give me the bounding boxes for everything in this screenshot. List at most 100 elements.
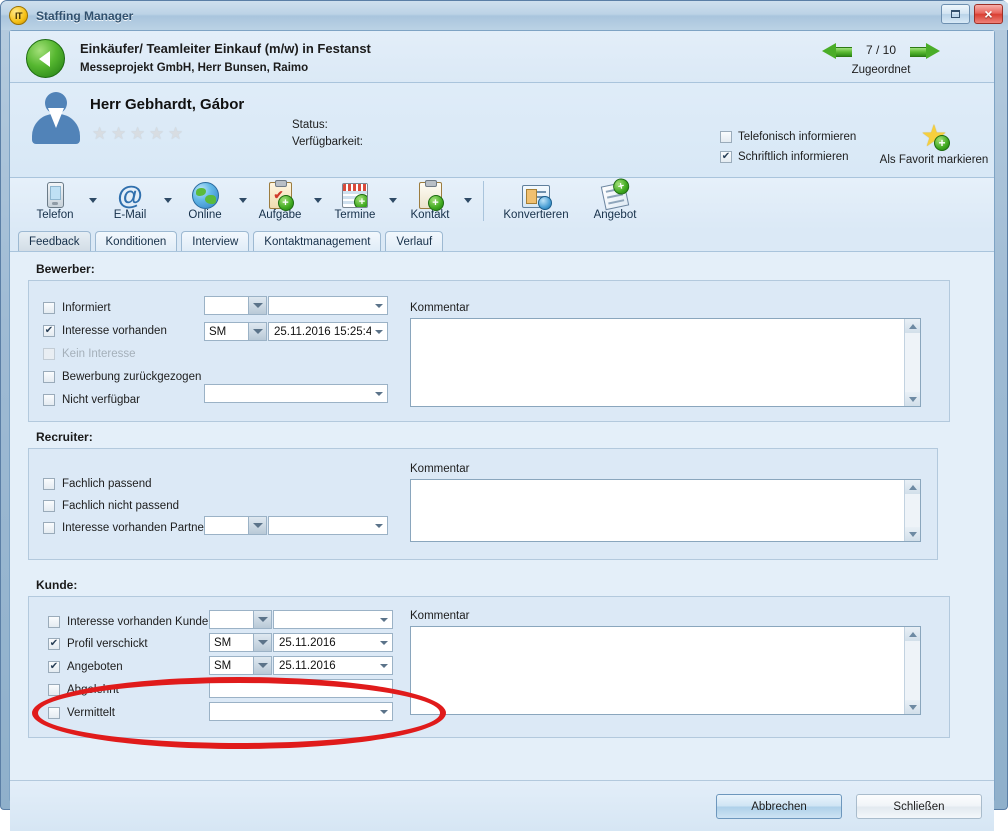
checkbox-box[interactable] bbox=[48, 707, 60, 719]
chevron-down-icon[interactable] bbox=[371, 391, 387, 396]
chevron-down-icon[interactable] bbox=[371, 523, 387, 528]
chevron-down-icon[interactable] bbox=[253, 611, 271, 628]
scroll-up-icon[interactable] bbox=[905, 480, 920, 494]
chevron-down-icon[interactable] bbox=[371, 329, 387, 334]
kunde-angeboten-user-combo[interactable]: SM bbox=[209, 656, 272, 675]
scroll-down-icon[interactable] bbox=[905, 527, 920, 541]
toolbar-dropdown-email[interactable] bbox=[161, 178, 174, 222]
checkbox-interesse-vorhanden[interactable]: Interesse vorhanden bbox=[43, 325, 167, 337]
checkbox-profil-verschickt[interactable]: Profil verschickt bbox=[48, 638, 148, 650]
checkbox-fachlich-nicht-passend[interactable]: Fachlich nicht passend bbox=[43, 500, 179, 512]
chevron-down-icon[interactable] bbox=[376, 663, 392, 668]
toolbar-dropdown-termine[interactable] bbox=[386, 178, 399, 222]
chevron-down-icon[interactable] bbox=[248, 297, 266, 314]
checkbox-box[interactable] bbox=[48, 616, 60, 628]
chevron-down-icon[interactable] bbox=[376, 617, 392, 622]
checkbox-box[interactable] bbox=[48, 661, 60, 673]
chevron-down-icon[interactable] bbox=[248, 323, 266, 340]
bewerber-informiert-date-combo[interactable] bbox=[268, 296, 388, 315]
toolbar-button-email[interactable]: @ E-Mail bbox=[99, 178, 161, 221]
kunde-abgelehnt-field[interactable] bbox=[209, 679, 393, 698]
checkbox-box[interactable] bbox=[43, 394, 55, 406]
toolbar-dropdown-kontakt[interactable] bbox=[461, 178, 474, 222]
checkbox-informiert[interactable]: Informiert bbox=[43, 302, 111, 314]
toolbar-dropdown-online[interactable] bbox=[236, 178, 249, 222]
chevron-down-icon[interactable] bbox=[376, 709, 392, 714]
rating-star[interactable]: ★ bbox=[168, 125, 184, 142]
comment-box-kunde[interactable] bbox=[410, 626, 921, 715]
checkbox-box[interactable] bbox=[43, 302, 55, 314]
kunde-vermittelt-combo[interactable] bbox=[209, 702, 393, 721]
checkbox-fachlich-passend[interactable]: Fachlich passend bbox=[43, 478, 152, 490]
chevron-down-icon[interactable] bbox=[371, 303, 387, 308]
scroll-up-icon[interactable] bbox=[905, 319, 920, 333]
rating-star[interactable]: ★ bbox=[149, 125, 165, 142]
comment-text[interactable] bbox=[411, 319, 904, 406]
tab-interview[interactable]: Interview bbox=[181, 231, 250, 251]
toolbar-dropdown-aufgabe[interactable] bbox=[311, 178, 324, 222]
cancel-button[interactable]: Abbrechen bbox=[716, 794, 842, 819]
tab-verlauf[interactable]: Verlauf bbox=[385, 231, 444, 251]
close-dialog-button[interactable]: Schließen bbox=[856, 794, 982, 819]
bewerber-interesse-user-combo[interactable]: SM bbox=[204, 322, 267, 341]
tab-konditionen[interactable]: Konditionen bbox=[94, 231, 178, 251]
scrollbar-vertical[interactable] bbox=[904, 319, 920, 406]
chevron-down-icon[interactable] bbox=[253, 634, 271, 651]
comment-box-recruiter[interactable] bbox=[410, 479, 921, 542]
scroll-down-icon[interactable] bbox=[905, 392, 920, 406]
checkbox-interesse-vorhanden-partner[interactable]: Interesse vorhanden Partner bbox=[43, 522, 208, 534]
kunde-angeboten-date-combo[interactable]: 25.11.2016 bbox=[273, 656, 393, 675]
toolbar-button-telefon[interactable]: Telefon bbox=[24, 178, 86, 221]
toolbar-dropdown-telefon[interactable] bbox=[86, 178, 99, 222]
rating-stars[interactable]: ★ ★ ★ ★ ★ bbox=[92, 125, 184, 142]
scroll-up-icon[interactable] bbox=[905, 627, 920, 641]
rating-star[interactable]: ★ bbox=[130, 125, 146, 142]
tab-feedback[interactable]: Feedback bbox=[18, 231, 91, 251]
scrollbar-vertical[interactable] bbox=[904, 480, 920, 541]
checkbox-box[interactable] bbox=[720, 151, 732, 163]
arrow-right-icon[interactable] bbox=[910, 42, 941, 59]
toolbar-button-konvertieren[interactable]: Konvertieren bbox=[493, 178, 579, 221]
comment-text[interactable] bbox=[411, 480, 904, 541]
checkbox-box[interactable] bbox=[43, 325, 55, 337]
checkbox-vermittelt[interactable]: Vermittelt bbox=[48, 707, 115, 719]
scrollbar-vertical[interactable] bbox=[904, 627, 920, 714]
arrow-left-icon[interactable] bbox=[821, 42, 852, 59]
checkbox-abgelehnt[interactable]: Abgelehnt bbox=[48, 684, 119, 696]
checkbox-box[interactable] bbox=[720, 131, 732, 143]
kunde-interesse-date-combo[interactable] bbox=[273, 610, 393, 629]
checkbox-box[interactable] bbox=[43, 478, 55, 490]
kunde-interesse-user-combo[interactable] bbox=[209, 610, 272, 629]
checkbox-bewerbung-zurueckgezogen[interactable]: Bewerbung zurückgezogen bbox=[43, 371, 201, 383]
chevron-down-icon[interactable] bbox=[253, 657, 271, 674]
checkbox-box[interactable] bbox=[48, 638, 60, 650]
checkbox-nicht-verfuegbar[interactable]: Nicht verfügbar bbox=[43, 394, 140, 406]
toolbar-button-termine[interactable]: + Termine bbox=[324, 178, 386, 221]
restore-button[interactable] bbox=[941, 4, 970, 24]
bewerber-informiert-user-combo[interactable] bbox=[204, 296, 267, 315]
checkbox-box[interactable] bbox=[43, 500, 55, 512]
recruiter-partner-user-combo[interactable] bbox=[204, 516, 267, 535]
bewerber-interesse-date-combo[interactable]: 25.11.2016 15:25:48 bbox=[268, 322, 388, 341]
toolbar-button-online[interactable]: Online bbox=[174, 178, 236, 221]
comment-text[interactable] bbox=[411, 627, 904, 714]
comment-box-bewerber[interactable] bbox=[410, 318, 921, 407]
checkbox-angeboten[interactable]: Angeboten bbox=[48, 661, 123, 673]
recruiter-partner-date-combo[interactable] bbox=[268, 516, 388, 535]
checkbox-box[interactable] bbox=[48, 684, 60, 696]
checkbox-box[interactable] bbox=[43, 371, 55, 383]
scroll-down-icon[interactable] bbox=[905, 700, 920, 714]
kunde-profil-user-combo[interactable]: SM bbox=[209, 633, 272, 652]
toolbar-button-aufgabe[interactable]: ✔ + Aufgabe bbox=[249, 178, 311, 221]
rating-star[interactable]: ★ bbox=[111, 125, 127, 142]
checkbox-box[interactable] bbox=[43, 522, 55, 534]
rating-star[interactable]: ★ bbox=[92, 125, 108, 142]
close-button[interactable]: × bbox=[974, 4, 1003, 24]
toolbar-button-angebot[interactable]: + Angebot bbox=[579, 177, 651, 221]
checkbox-interesse-vorhanden-kunde[interactable]: Interesse vorhanden Kunde bbox=[48, 616, 208, 628]
kunde-profil-date-combo[interactable]: 25.11.2016 bbox=[273, 633, 393, 652]
checkbox-schriftlich-informieren[interactable]: Schriftlich informieren bbox=[720, 147, 856, 167]
mark-as-favorite-button[interactable]: ★ + Als Favorit markieren bbox=[870, 122, 998, 167]
bewerber-nicht-verfuegbar-combo[interactable] bbox=[204, 384, 388, 403]
chevron-down-icon[interactable] bbox=[376, 640, 392, 645]
